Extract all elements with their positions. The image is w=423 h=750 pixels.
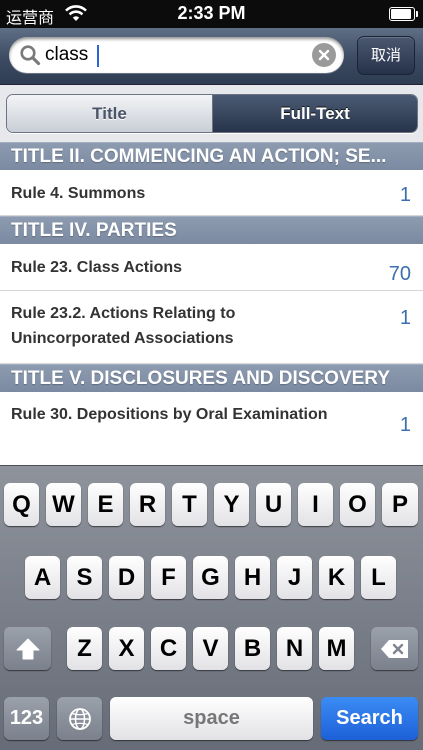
- delete-key[interactable]: [371, 627, 418, 670]
- search-scope-segmented-control: Title Full-Text: [6, 94, 418, 133]
- app-screen: 运营商 2:33 PM 取消: [0, 0, 423, 750]
- result-title: Rule 23.2. Actions Relating to Unincorpo…: [11, 305, 236, 347]
- result-count: 1: [399, 307, 411, 329]
- key-p[interactable]: P: [382, 483, 418, 526]
- key-f[interactable]: F: [151, 556, 186, 599]
- segment-title[interactable]: Title: [7, 95, 213, 132]
- keyboard: Q W E R T Y U I O P A S D F G H J K L Z …: [0, 465, 423, 750]
- segment-full-text[interactable]: Full-Text: [213, 95, 417, 132]
- key-h[interactable]: H: [235, 556, 270, 599]
- key-t[interactable]: T: [172, 483, 207, 526]
- key-z[interactable]: Z: [67, 627, 102, 670]
- key-v[interactable]: V: [193, 627, 228, 670]
- section-header: TITLE V. DISCLOSURES AND DISCOVERY: [0, 364, 423, 392]
- result-count: 1: [399, 414, 411, 436]
- key-o[interactable]: O: [340, 483, 375, 526]
- section-header: TITLE IV. PARTIES: [0, 216, 423, 244]
- shift-key[interactable]: [4, 627, 51, 670]
- delete-icon: [380, 640, 408, 658]
- status-bar: 运营商 2:33 PM: [0, 0, 423, 28]
- key-l[interactable]: L: [361, 556, 396, 599]
- key-e[interactable]: E: [88, 483, 123, 526]
- key-j[interactable]: J: [277, 556, 312, 599]
- key-g[interactable]: G: [193, 556, 228, 599]
- result-row[interactable]: Rule 23. Class Actions 70: [0, 244, 423, 291]
- result-title: Rule 4. Summons: [11, 185, 146, 202]
- result-row[interactable]: Rule 23.2. Actions Relating to Unincorpo…: [0, 291, 423, 364]
- key-u[interactable]: U: [256, 483, 291, 526]
- search-icon: [20, 45, 41, 66]
- key-x[interactable]: X: [109, 627, 144, 670]
- key-i[interactable]: I: [298, 483, 333, 526]
- globe-icon: [68, 708, 91, 730]
- key-w[interactable]: W: [46, 483, 81, 526]
- key-q[interactable]: Q: [4, 483, 39, 526]
- key-a[interactable]: A: [25, 556, 60, 599]
- shift-icon: [16, 638, 39, 660]
- battery-level: [391, 9, 411, 19]
- result-title: Rule 30. Depositions by Oral Examination: [11, 406, 328, 423]
- space-key[interactable]: space: [110, 697, 313, 740]
- numbers-key[interactable]: 123: [4, 697, 49, 740]
- result-title: Rule 23. Class Actions: [11, 259, 183, 276]
- text-cursor: [97, 45, 99, 67]
- key-k[interactable]: K: [319, 556, 354, 599]
- clear-search-button[interactable]: [312, 43, 336, 67]
- key-b[interactable]: B: [235, 627, 270, 670]
- section-header: TITLE II. COMMENCING AN ACTION; SE...: [0, 142, 423, 170]
- key-c[interactable]: C: [151, 627, 186, 670]
- globe-key[interactable]: [57, 697, 102, 740]
- result-count: 70: [388, 263, 411, 285]
- scope-bar: Title Full-Text: [0, 85, 423, 142]
- status-time: 2:33 PM: [177, 3, 246, 23]
- result-row[interactable]: Rule 4. Summons 1: [0, 170, 423, 216]
- battery-icon: [389, 7, 418, 21]
- result-count: 1: [399, 184, 411, 206]
- key-m[interactable]: M: [319, 627, 354, 670]
- key-d[interactable]: D: [109, 556, 144, 599]
- search-field[interactable]: [9, 37, 344, 73]
- search-bar: 取消: [0, 28, 423, 85]
- search-input[interactable]: [45, 41, 304, 69]
- key-s[interactable]: S: [67, 556, 102, 599]
- search-results-list[interactable]: TITLE II. COMMENCING AN ACTION; SE... Ru…: [0, 142, 423, 466]
- key-y[interactable]: Y: [214, 483, 249, 526]
- search-key[interactable]: Search: [321, 697, 418, 740]
- result-row[interactable]: Rule 30. Depositions by Oral Examination…: [0, 392, 423, 466]
- key-n[interactable]: N: [277, 627, 312, 670]
- cancel-button[interactable]: 取消: [357, 36, 415, 75]
- key-r[interactable]: R: [130, 483, 165, 526]
- clear-icon: [318, 49, 330, 61]
